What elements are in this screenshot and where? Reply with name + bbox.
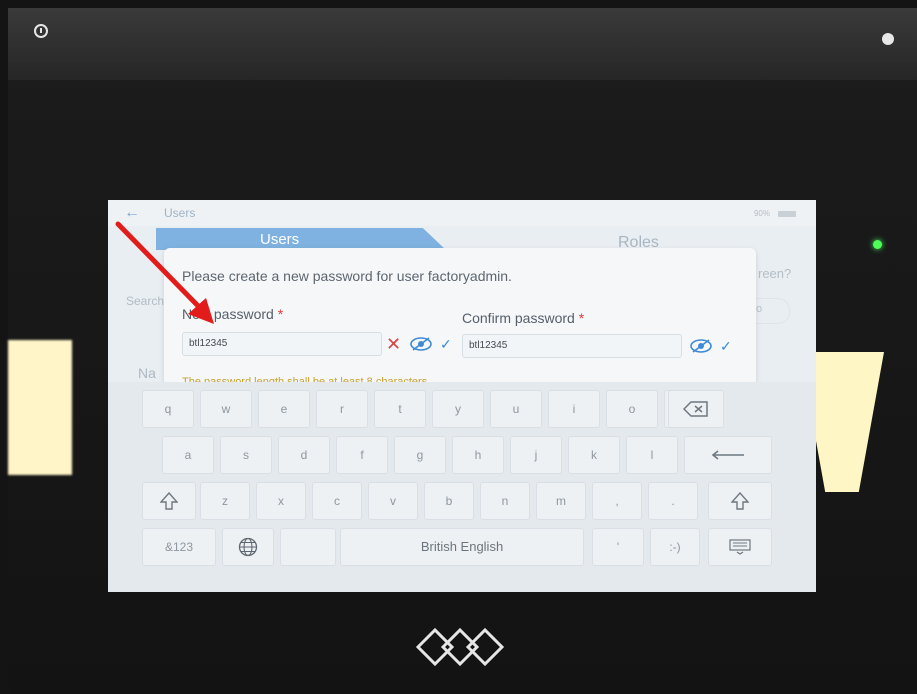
on-screen-keyboard: qwertyuiop asdfghjkl zxcvbnm,. &123 xyxy=(108,382,816,592)
new-password-value: btl12345 xyxy=(189,338,228,349)
key-y[interactable]: y xyxy=(432,390,484,428)
top-bar: ← Users 90% xyxy=(108,200,816,226)
device-screen: ← Users 90% Users Roles Search Na reen? … xyxy=(108,200,816,592)
power-button-icon xyxy=(34,24,48,38)
key-shift-left[interactable] xyxy=(142,482,196,520)
globe-icon xyxy=(238,537,258,557)
check-icon: ✓ xyxy=(720,338,732,354)
enter-icon xyxy=(711,450,744,460)
key-g[interactable]: g xyxy=(394,436,446,474)
background-pill-label: o xyxy=(756,303,763,315)
key-w[interactable]: w xyxy=(200,390,252,428)
key-language[interactable] xyxy=(222,528,274,566)
key-apostrophe[interactable]: ' xyxy=(592,528,644,566)
battery-percent: 90% xyxy=(753,209,770,218)
key-s[interactable]: s xyxy=(220,436,272,474)
key-z[interactable]: z xyxy=(200,482,250,520)
required-mark: * xyxy=(277,306,284,322)
key-u[interactable]: u xyxy=(490,390,542,428)
device-top-bezel xyxy=(8,8,917,80)
dialog-message: Please create a new password for user fa… xyxy=(182,268,512,284)
check-icon: ✓ xyxy=(440,336,452,352)
page-title: Users xyxy=(164,206,196,220)
eye-hidden-icon[interactable] xyxy=(410,337,432,351)
brand-logo xyxy=(415,627,505,667)
key-period[interactable]: . xyxy=(648,482,698,520)
shift-icon xyxy=(159,491,179,510)
tab-users[interactable]: Users xyxy=(156,228,446,250)
light-glare xyxy=(8,340,72,475)
back-arrow-icon[interactable]: ← xyxy=(124,204,140,222)
key-a[interactable]: a xyxy=(162,436,214,474)
key-f[interactable]: f xyxy=(336,436,388,474)
password-dialog: Please create a new password for user fa… xyxy=(164,248,756,388)
clear-icon[interactable]: ✕ xyxy=(386,335,401,353)
confirm-password-value: btl12345 xyxy=(469,340,508,351)
shift-icon xyxy=(730,491,750,510)
key-l[interactable]: l xyxy=(626,436,678,474)
key-k[interactable]: k xyxy=(568,436,620,474)
key-x[interactable]: x xyxy=(256,482,306,520)
key-t[interactable]: t xyxy=(374,390,426,428)
search-label: Search xyxy=(126,294,165,308)
backspace-icon xyxy=(682,401,708,417)
key-q[interactable]: q xyxy=(142,390,194,428)
key-symbols[interactable]: &123 xyxy=(142,528,216,566)
name-column-header: Na xyxy=(138,365,156,381)
key-o[interactable]: o xyxy=(606,390,658,428)
new-password-label: New password * xyxy=(182,306,284,322)
key-b[interactable]: b xyxy=(424,482,474,520)
key-shift-right[interactable] xyxy=(708,482,772,520)
side-button-icon xyxy=(882,33,894,45)
status-led xyxy=(873,240,882,249)
confirm-password-label: Confirm password * xyxy=(462,310,585,326)
key-hide-keyboard[interactable] xyxy=(708,528,772,566)
key-enter[interactable] xyxy=(684,436,772,474)
key-n[interactable]: n xyxy=(480,482,530,520)
background-text: reen? xyxy=(758,266,792,281)
key-v[interactable]: v xyxy=(368,482,418,520)
required-mark: * xyxy=(578,310,585,326)
keyboard-hide-icon xyxy=(729,539,751,555)
key-m[interactable]: m xyxy=(536,482,586,520)
key-h[interactable]: h xyxy=(452,436,504,474)
eye-hidden-icon[interactable] xyxy=(690,339,712,353)
key-e[interactable]: e xyxy=(258,390,310,428)
key-j[interactable]: j xyxy=(510,436,562,474)
key-backspace[interactable] xyxy=(668,390,724,428)
confirm-password-field[interactable]: btl12345 xyxy=(462,334,682,358)
key-c[interactable]: c xyxy=(312,482,362,520)
key-space[interactable]: British English xyxy=(340,528,584,566)
battery-icon xyxy=(778,211,796,217)
key-d[interactable]: d xyxy=(278,436,330,474)
new-password-field[interactable]: btl12345 xyxy=(182,332,382,356)
key-blank[interactable] xyxy=(280,528,336,566)
key-emoji[interactable]: :-) xyxy=(650,528,700,566)
key-r[interactable]: r xyxy=(316,390,368,428)
key-i[interactable]: i xyxy=(548,390,600,428)
key-comma[interactable]: , xyxy=(592,482,642,520)
